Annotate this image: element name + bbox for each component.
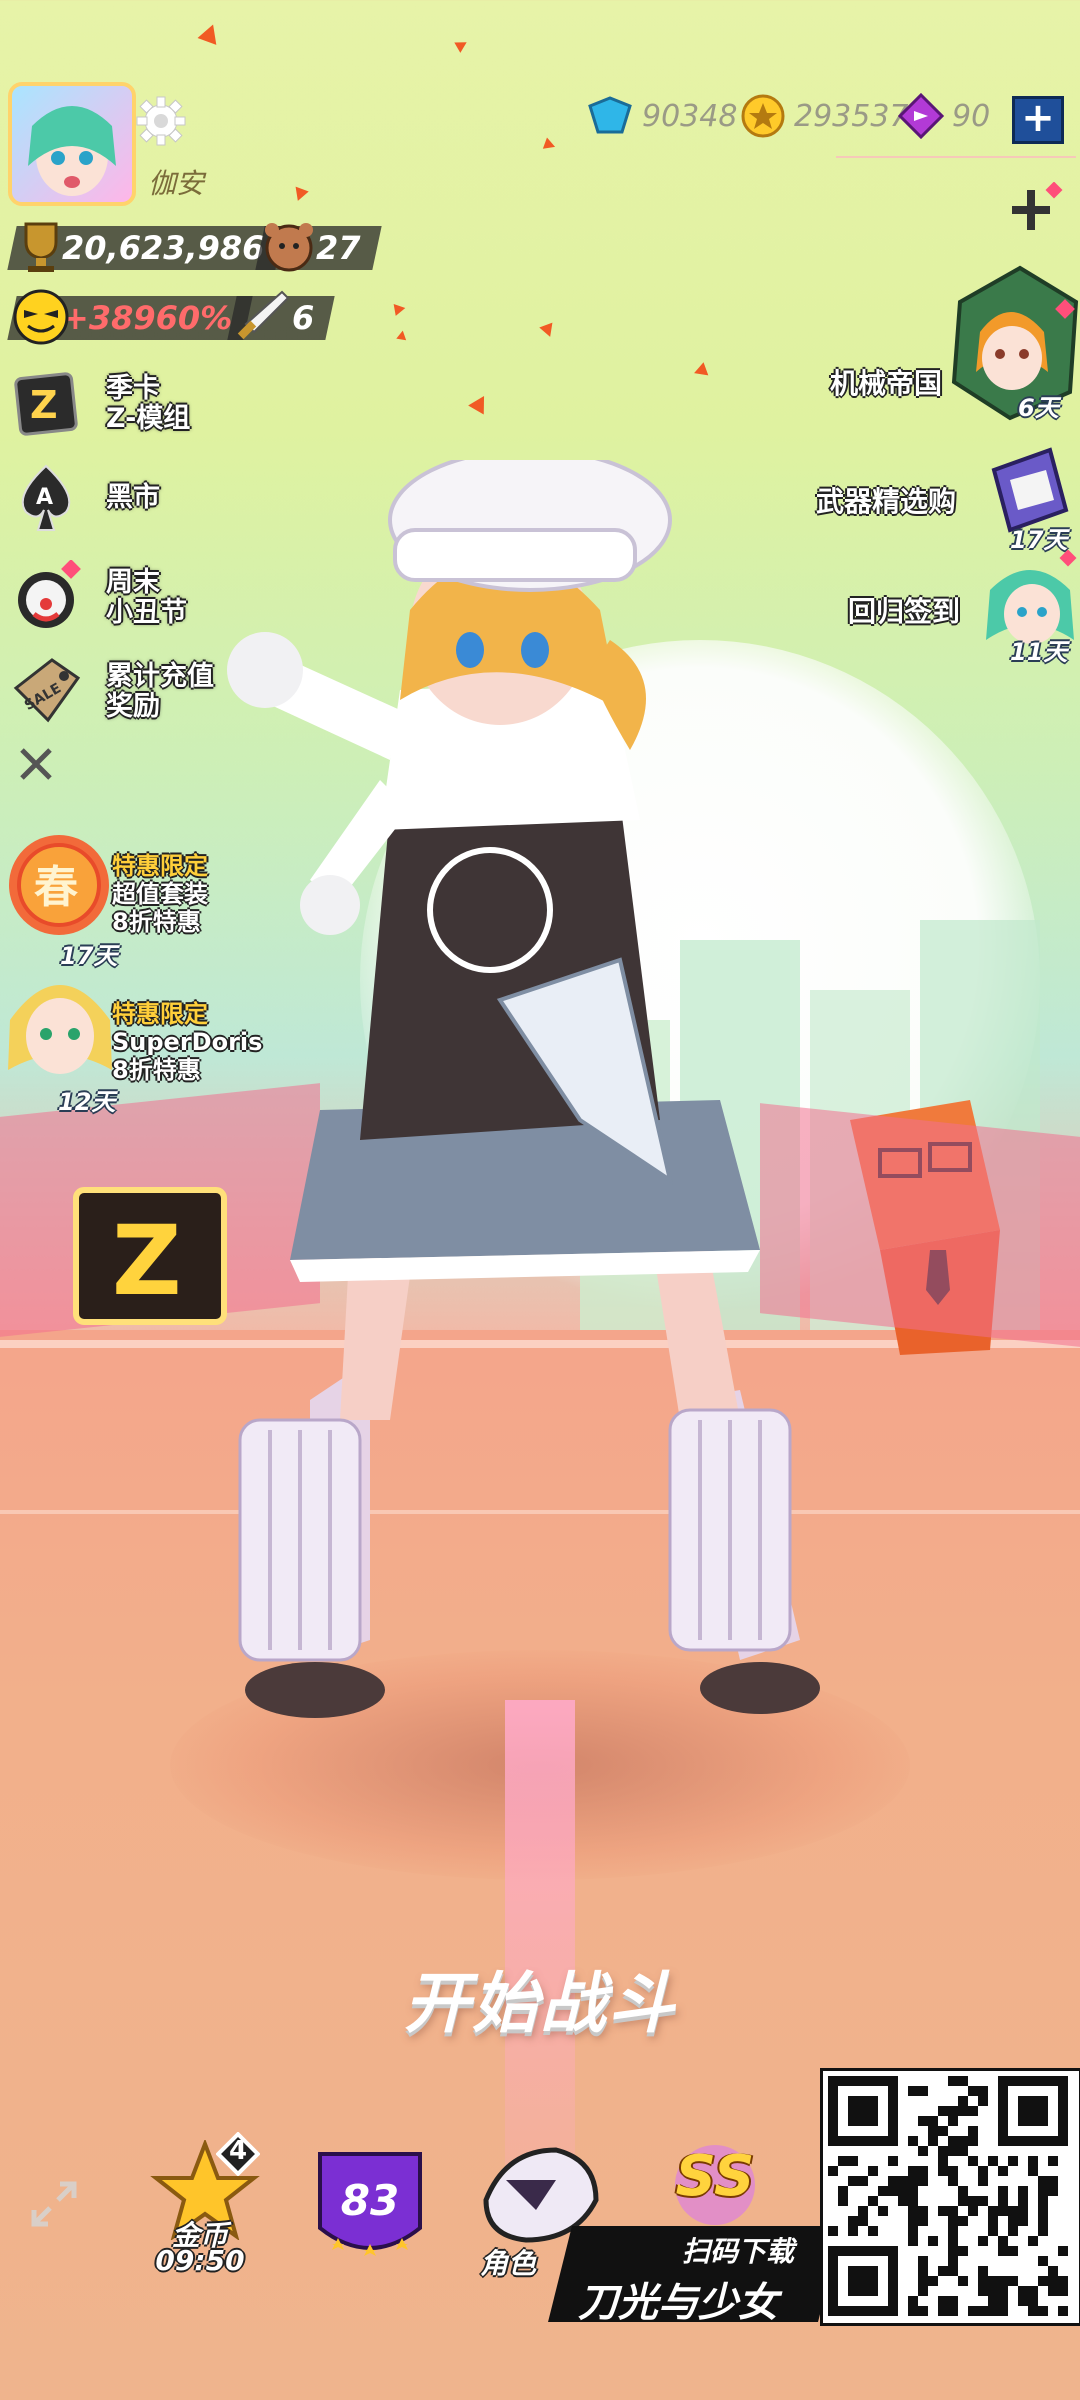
menu-black-market[interactable]: A 黑市 bbox=[8, 460, 160, 536]
confetti bbox=[396, 329, 408, 341]
ad-game-title: 刀光与少女 bbox=[578, 2280, 778, 2326]
bonus-stat: +38960% bbox=[7, 289, 253, 345]
confetti bbox=[539, 322, 557, 340]
menu-black-market-label: 黑市 bbox=[106, 482, 160, 513]
coin-reward-button[interactable]: 4 金币 09:50 bbox=[140, 2130, 260, 2280]
confetti bbox=[454, 37, 470, 53]
coin-currency: 293537 bbox=[740, 94, 909, 138]
event-mech-empire[interactable]: 机械帝国 6天 bbox=[820, 262, 1080, 422]
add-currency-button[interactable]: + bbox=[1012, 96, 1064, 144]
promo-2-discount: 8折特惠 bbox=[112, 1056, 201, 1084]
mech-empire-avatar-icon bbox=[951, 265, 1079, 421]
bear-stat: 27 bbox=[255, 222, 382, 274]
sale-tag-icon: SALE bbox=[13, 658, 81, 723]
z-module-box-icon[interactable]: Z bbox=[72, 1186, 228, 1326]
svg-text:Z: Z bbox=[112, 1205, 182, 1317]
menu-recharge-reward[interactable]: SALE 累计充值 奖励 bbox=[8, 654, 214, 730]
purple-gem-icon bbox=[898, 93, 944, 139]
promo-1-discount: 8折特惠 bbox=[112, 908, 201, 936]
trophy-value: 20,623,986 bbox=[62, 229, 265, 267]
coin-value: 293537 bbox=[794, 98, 909, 134]
plus-icon[interactable] bbox=[1008, 182, 1064, 238]
event-mech-empire-label: 机械帝国 bbox=[830, 367, 943, 400]
event-weapon-select-label: 武器精选购 bbox=[816, 485, 957, 518]
trophy-icon bbox=[24, 222, 58, 272]
gem-value: 90348 bbox=[642, 98, 738, 134]
confetti bbox=[542, 137, 558, 153]
promo-1-name: 超值套装 bbox=[112, 880, 208, 908]
player-avatar[interactable] bbox=[8, 82, 136, 206]
confetti bbox=[393, 302, 407, 316]
ad-scan-text: 扫码下载 bbox=[682, 2235, 795, 2268]
spade-ace-icon: A bbox=[21, 464, 71, 531]
expand-icon[interactable] bbox=[24, 2174, 84, 2234]
event-return-checkin-label: 回归签到 bbox=[848, 595, 961, 628]
event-return-checkin-days: 11天 bbox=[1010, 638, 1068, 666]
download-qr-code[interactable] bbox=[820, 2068, 1080, 2326]
menu-weekend-clown[interactable]: 周末 小丑节 bbox=[8, 560, 187, 636]
confetti bbox=[197, 21, 223, 45]
bear-icon bbox=[265, 223, 313, 272]
start-battle-button[interactable]: 开始战斗 bbox=[360, 1950, 720, 2042]
rank-value: SS bbox=[675, 2144, 755, 2209]
z-card-icon: Z bbox=[14, 372, 78, 436]
promo-1-title: 特惠限定 bbox=[112, 852, 208, 880]
bear-value: 27 bbox=[316, 229, 361, 267]
clown-icon bbox=[18, 560, 81, 628]
gem-icon bbox=[588, 96, 632, 134]
svg-text:A: A bbox=[36, 485, 53, 510]
close-icon[interactable] bbox=[16, 744, 56, 784]
svg-text:春: 春 bbox=[34, 862, 78, 913]
spring-badge-icon: 春 bbox=[9, 835, 109, 935]
confetti bbox=[691, 362, 709, 380]
menu-season-card[interactable]: Z 季卡 Z-模组 bbox=[8, 366, 190, 442]
event-weapon-select[interactable]: 武器精选购 17天 bbox=[810, 440, 1080, 554]
settings-gear-icon[interactable] bbox=[135, 95, 187, 147]
gem-currency: 90348 bbox=[586, 94, 737, 138]
coin-icon bbox=[741, 94, 785, 138]
confetti bbox=[291, 186, 309, 204]
superdoris-avatar-icon bbox=[8, 985, 112, 1074]
menu-weekend-clown-label: 周末 小丑节 bbox=[106, 567, 187, 628]
event-mech-empire-days: 6天 bbox=[1018, 394, 1059, 422]
confetti bbox=[468, 391, 492, 415]
svg-text:KAFFA: KAFFA bbox=[470, 779, 532, 803]
ticket-currency: 90 bbox=[898, 93, 991, 139]
level-button[interactable]: 83 bbox=[310, 2130, 430, 2280]
level-value: 83 bbox=[340, 2176, 400, 2225]
menu-recharge-reward-label: 累计充值 奖励 bbox=[106, 661, 214, 722]
coin-timer: 09:50 bbox=[155, 2244, 245, 2277]
svg-text:Z: Z bbox=[30, 383, 58, 427]
smiley-icon bbox=[13, 289, 69, 345]
promo-2-title: 特惠限定 bbox=[112, 1000, 208, 1028]
sword-stat: 6 bbox=[227, 290, 335, 344]
qr-code-image bbox=[828, 2076, 1068, 2316]
menu-season-card-label: 季卡 Z-模组 bbox=[106, 373, 191, 434]
ticket-value: 90 bbox=[952, 98, 991, 134]
promo-superdoris[interactable]: 特惠限定 SuperDoris 8折特惠 12天 bbox=[0, 960, 300, 1120]
promo-2-name: SuperDoris bbox=[112, 1028, 263, 1056]
promo-2-days: 12天 bbox=[58, 1088, 116, 1116]
sword-value: 6 bbox=[292, 299, 315, 337]
sword-icon bbox=[237, 290, 290, 340]
divider bbox=[836, 156, 1076, 158]
coin-badge-count: 4 bbox=[228, 2136, 248, 2166]
promo-spring-pack[interactable]: 春 特惠限定 超值套装 8折特惠 17天 bbox=[0, 830, 300, 970]
player-name: 伽安 bbox=[148, 167, 205, 200]
event-return-checkin[interactable]: 回归签到 11天 bbox=[840, 550, 1080, 670]
player-character: KAFFA bbox=[227, 460, 820, 1718]
character-label: 角色 bbox=[479, 2247, 536, 2280]
bonus-value: +38960% bbox=[62, 299, 233, 337]
trophy-stat: 20,623,986 bbox=[7, 222, 286, 274]
